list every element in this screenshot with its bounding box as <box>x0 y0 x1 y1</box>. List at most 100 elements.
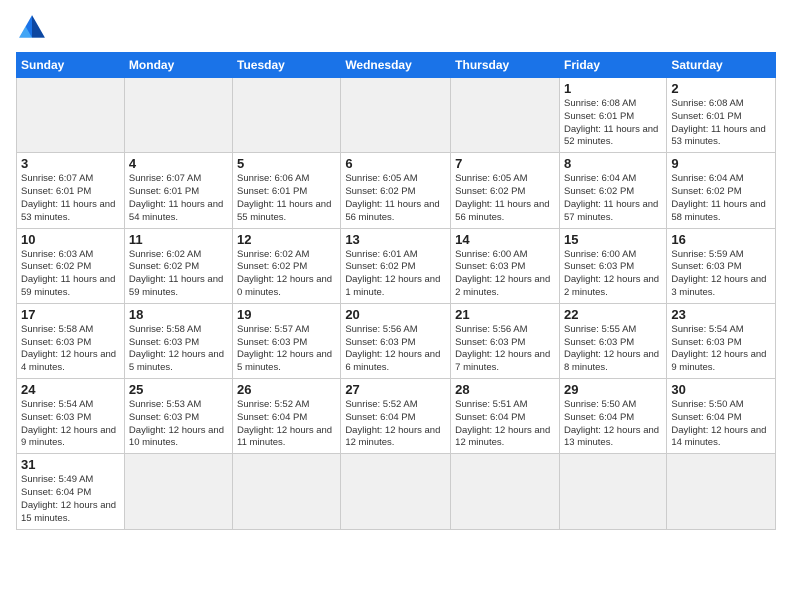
day-number: 12 <box>237 232 336 247</box>
calendar-cell: 10 Sunrise: 6:03 AM Sunset: 6:02 PM Dayli… <box>17 228 125 303</box>
day-number: 10 <box>21 232 120 247</box>
weekday-header-tuesday: Tuesday <box>233 53 341 78</box>
calendar-table: SundayMondayTuesdayWednesdayThursdayFrid… <box>16 52 776 530</box>
day-number: 20 <box>345 307 446 322</box>
weekday-header-friday: Friday <box>559 53 666 78</box>
day-info: Sunrise: 5:52 AM Sunset: 6:04 PM Dayligh… <box>237 399 336 450</box>
day-info: Sunrise: 6:00 AM Sunset: 6:03 PM Dayligh… <box>564 249 662 300</box>
day-info: Sunrise: 6:08 AM Sunset: 6:01 PM Dayligh… <box>564 98 662 149</box>
day-number: 1 <box>564 81 662 96</box>
day-number: 14 <box>455 232 555 247</box>
day-number: 17 <box>21 307 120 322</box>
day-info: Sunrise: 6:02 AM Sunset: 6:02 PM Dayligh… <box>129 249 228 300</box>
week-row-2: 3 Sunrise: 6:07 AM Sunset: 6:01 PM Daylig… <box>17 153 776 228</box>
week-row-4: 17 Sunrise: 5:58 AM Sunset: 6:03 PM Dayli… <box>17 303 776 378</box>
day-info: Sunrise: 5:51 AM Sunset: 6:04 PM Dayligh… <box>455 399 555 450</box>
calendar-cell <box>451 78 560 153</box>
day-number: 8 <box>564 156 662 171</box>
calendar-cell <box>341 454 451 529</box>
calendar-cell: 17 Sunrise: 5:58 AM Sunset: 6:03 PM Dayli… <box>17 303 125 378</box>
day-info: Sunrise: 6:05 AM Sunset: 6:02 PM Dayligh… <box>455 173 555 224</box>
calendar-cell: 18 Sunrise: 5:58 AM Sunset: 6:03 PM Dayli… <box>124 303 232 378</box>
calendar-cell <box>17 78 125 153</box>
calendar-cell <box>233 78 341 153</box>
calendar-cell <box>124 454 232 529</box>
day-info: Sunrise: 6:06 AM Sunset: 6:01 PM Dayligh… <box>237 173 336 224</box>
calendar-cell: 1 Sunrise: 6:08 AM Sunset: 6:01 PM Daylig… <box>559 78 666 153</box>
day-info: Sunrise: 5:57 AM Sunset: 6:03 PM Dayligh… <box>237 324 336 375</box>
weekday-header-thursday: Thursday <box>451 53 560 78</box>
logo-icon <box>16 12 48 44</box>
day-info: Sunrise: 5:59 AM Sunset: 6:03 PM Dayligh… <box>671 249 771 300</box>
week-row-3: 10 Sunrise: 6:03 AM Sunset: 6:02 PM Dayli… <box>17 228 776 303</box>
calendar-cell: 22 Sunrise: 5:55 AM Sunset: 6:03 PM Dayli… <box>559 303 666 378</box>
day-number: 21 <box>455 307 555 322</box>
calendar-cell: 8Sunrise: 6:04 AM Sunset: 6:02 PM Daylig… <box>559 153 666 228</box>
calendar-cell <box>124 78 232 153</box>
day-number: 2 <box>671 81 771 96</box>
calendar-cell <box>233 454 341 529</box>
day-info: Sunrise: 5:52 AM Sunset: 6:04 PM Dayligh… <box>345 399 446 450</box>
day-number: 22 <box>564 307 662 322</box>
weekday-header-sunday: Sunday <box>17 53 125 78</box>
day-info: Sunrise: 5:54 AM Sunset: 6:03 PM Dayligh… <box>671 324 771 375</box>
day-info: Sunrise: 6:07 AM Sunset: 6:01 PM Dayligh… <box>21 173 120 224</box>
calendar-cell <box>341 78 451 153</box>
day-info: Sunrise: 6:02 AM Sunset: 6:02 PM Dayligh… <box>237 249 336 300</box>
calendar-cell: 16 Sunrise: 5:59 AM Sunset: 6:03 PM Dayli… <box>667 228 776 303</box>
day-number: 18 <box>129 307 228 322</box>
calendar-cell: 11 Sunrise: 6:02 AM Sunset: 6:02 PM Dayli… <box>124 228 232 303</box>
weekday-header-saturday: Saturday <box>667 53 776 78</box>
day-info: Sunrise: 5:53 AM Sunset: 6:03 PM Dayligh… <box>129 399 228 450</box>
day-number: 15 <box>564 232 662 247</box>
day-number: 9 <box>671 156 771 171</box>
calendar-cell: 9 Sunrise: 6:04 AM Sunset: 6:02 PM Daylig… <box>667 153 776 228</box>
calendar-cell <box>451 454 560 529</box>
day-number: 6 <box>345 156 446 171</box>
day-info: Sunrise: 6:04 AM Sunset: 6:02 PM Dayligh… <box>671 173 771 224</box>
day-info: Sunrise: 5:50 AM Sunset: 6:04 PM Dayligh… <box>564 399 662 450</box>
calendar-cell: 15 Sunrise: 6:00 AM Sunset: 6:03 PM Dayli… <box>559 228 666 303</box>
calendar-cell: 2Sunrise: 6:08 AM Sunset: 6:01 PM Daylig… <box>667 78 776 153</box>
calendar-cell: 6Sunrise: 6:05 AM Sunset: 6:02 PM Daylig… <box>341 153 451 228</box>
day-number: 16 <box>671 232 771 247</box>
day-info: Sunrise: 5:58 AM Sunset: 6:03 PM Dayligh… <box>21 324 120 375</box>
calendar-cell: 7Sunrise: 6:05 AM Sunset: 6:02 PM Daylig… <box>451 153 560 228</box>
weekday-header-row: SundayMondayTuesdayWednesdayThursdayFrid… <box>17 53 776 78</box>
day-number: 19 <box>237 307 336 322</box>
weekday-header-monday: Monday <box>124 53 232 78</box>
calendar-cell: 3 Sunrise: 6:07 AM Sunset: 6:01 PM Daylig… <box>17 153 125 228</box>
day-number: 11 <box>129 232 228 247</box>
calendar-cell: 26Sunrise: 5:52 AM Sunset: 6:04 PM Dayli… <box>233 379 341 454</box>
calendar-cell: 4 Sunrise: 6:07 AM Sunset: 6:01 PM Daylig… <box>124 153 232 228</box>
week-row-1: 1 Sunrise: 6:08 AM Sunset: 6:01 PM Daylig… <box>17 78 776 153</box>
calendar-cell: 28 Sunrise: 5:51 AM Sunset: 6:04 PM Dayli… <box>451 379 560 454</box>
week-row-6: 31 Sunrise: 5:49 AM Sunset: 6:04 PM Dayli… <box>17 454 776 529</box>
calendar-page: SundayMondayTuesdayWednesdayThursdayFrid… <box>0 0 792 612</box>
day-info: Sunrise: 6:03 AM Sunset: 6:02 PM Dayligh… <box>21 249 120 300</box>
day-number: 29 <box>564 382 662 397</box>
calendar-cell: 12 Sunrise: 6:02 AM Sunset: 6:02 PM Dayli… <box>233 228 341 303</box>
day-info: Sunrise: 6:07 AM Sunset: 6:01 PM Dayligh… <box>129 173 228 224</box>
calendar-cell: 5Sunrise: 6:06 AM Sunset: 6:01 PM Daylig… <box>233 153 341 228</box>
calendar-cell: 23 Sunrise: 5:54 AM Sunset: 6:03 PM Dayli… <box>667 303 776 378</box>
day-info: Sunrise: 5:56 AM Sunset: 6:03 PM Dayligh… <box>455 324 555 375</box>
calendar-cell: 25Sunrise: 5:53 AM Sunset: 6:03 PM Dayli… <box>124 379 232 454</box>
weekday-header-wednesday: Wednesday <box>341 53 451 78</box>
header <box>16 12 776 44</box>
day-number: 4 <box>129 156 228 171</box>
day-info: Sunrise: 5:49 AM Sunset: 6:04 PM Dayligh… <box>21 474 120 525</box>
day-number: 31 <box>21 457 120 472</box>
day-info: Sunrise: 5:55 AM Sunset: 6:03 PM Dayligh… <box>564 324 662 375</box>
day-info: Sunrise: 5:58 AM Sunset: 6:03 PM Dayligh… <box>129 324 228 375</box>
day-number: 30 <box>671 382 771 397</box>
day-number: 28 <box>455 382 555 397</box>
day-number: 23 <box>671 307 771 322</box>
day-number: 24 <box>21 382 120 397</box>
calendar-cell: 20 Sunrise: 5:56 AM Sunset: 6:03 PM Dayli… <box>341 303 451 378</box>
day-number: 3 <box>21 156 120 171</box>
day-info: Sunrise: 5:56 AM Sunset: 6:03 PM Dayligh… <box>345 324 446 375</box>
calendar-cell <box>559 454 666 529</box>
week-row-5: 24Sunrise: 5:54 AM Sunset: 6:03 PM Dayli… <box>17 379 776 454</box>
calendar-cell <box>667 454 776 529</box>
